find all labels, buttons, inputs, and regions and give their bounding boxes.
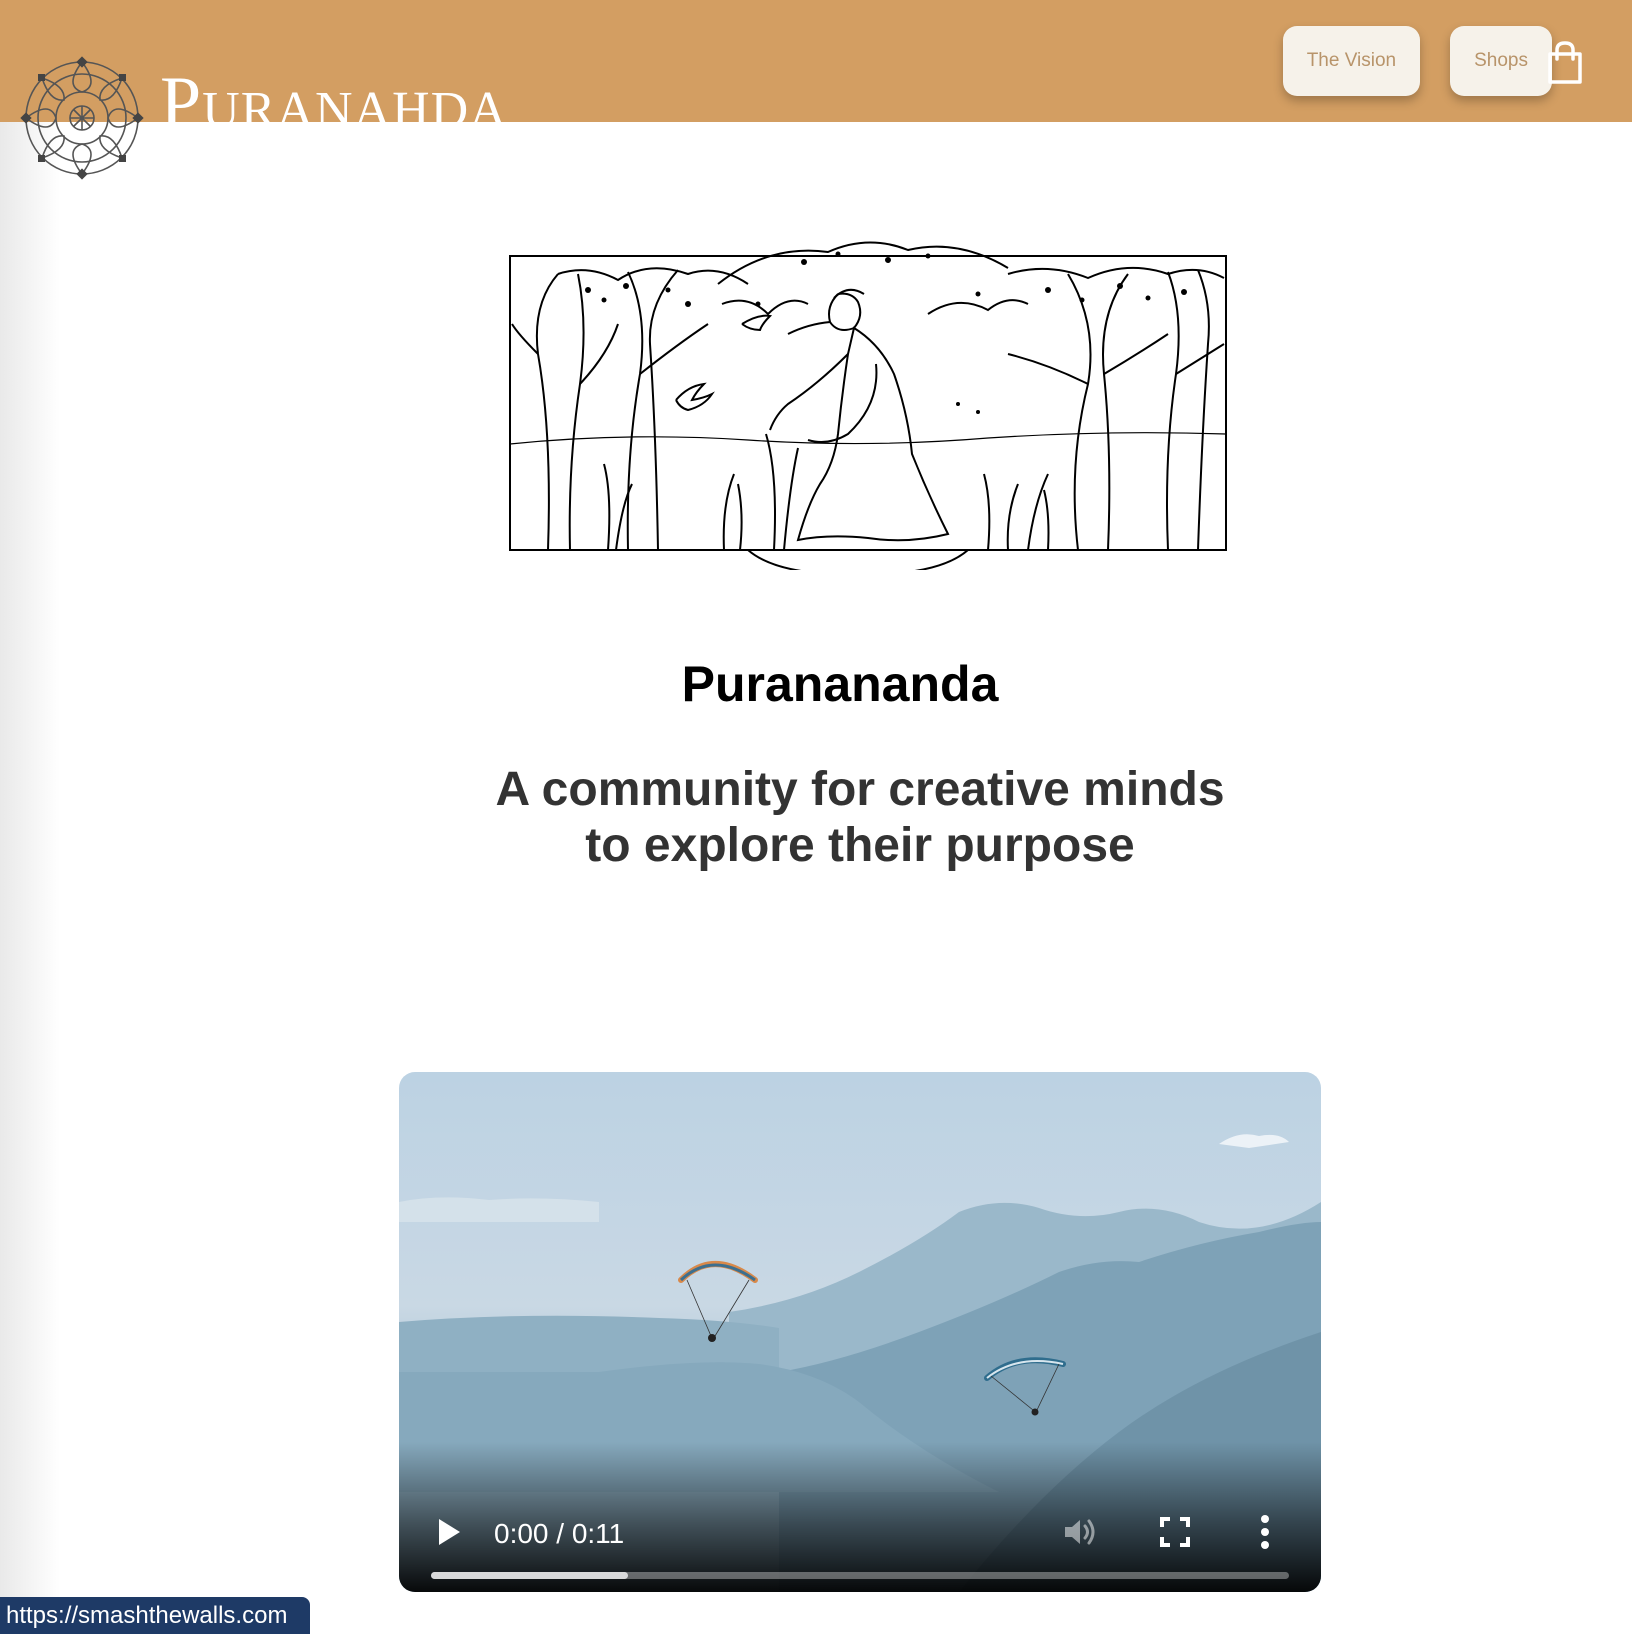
tagline-line-1: A community for creative minds: [495, 763, 1225, 816]
nav-the-vision-button[interactable]: The Vision: [1282, 26, 1421, 96]
fullscreen-icon[interactable]: [1159, 1516, 1191, 1548]
tagline-line-2: to explore their purpose: [585, 819, 1135, 872]
main-nav: The Vision Shops: [1282, 26, 1552, 96]
status-bar-url: https://smashthewalls.com: [0, 1597, 310, 1634]
video-progress-bar[interactable]: [431, 1572, 1289, 1579]
art-nouveau-illustration: [509, 241, 1227, 570]
shopping-bag-icon[interactable]: [1542, 40, 1588, 86]
brand-name: PURANAHDA: [160, 62, 508, 144]
video-player[interactable]: 0:00 / 0:11: [399, 1072, 1321, 1592]
more-options-icon[interactable]: [1259, 1514, 1271, 1550]
page-title: Puranananda: [681, 656, 999, 712]
mandala-logo-icon: [20, 56, 144, 180]
video-controls: 0:00 / 0:11: [399, 1442, 1321, 1592]
video-time: 0:00 / 0:11: [494, 1518, 625, 1549]
nav-shops-button[interactable]: Shops: [1450, 26, 1552, 96]
page-left-shadow: [0, 122, 60, 1634]
volume-icon[interactable]: [1061, 1514, 1097, 1550]
tagline: A community for creative minds to explor…: [0, 762, 1632, 874]
video-buffered-fill: [431, 1572, 629, 1579]
play-icon[interactable]: [435, 1516, 463, 1548]
